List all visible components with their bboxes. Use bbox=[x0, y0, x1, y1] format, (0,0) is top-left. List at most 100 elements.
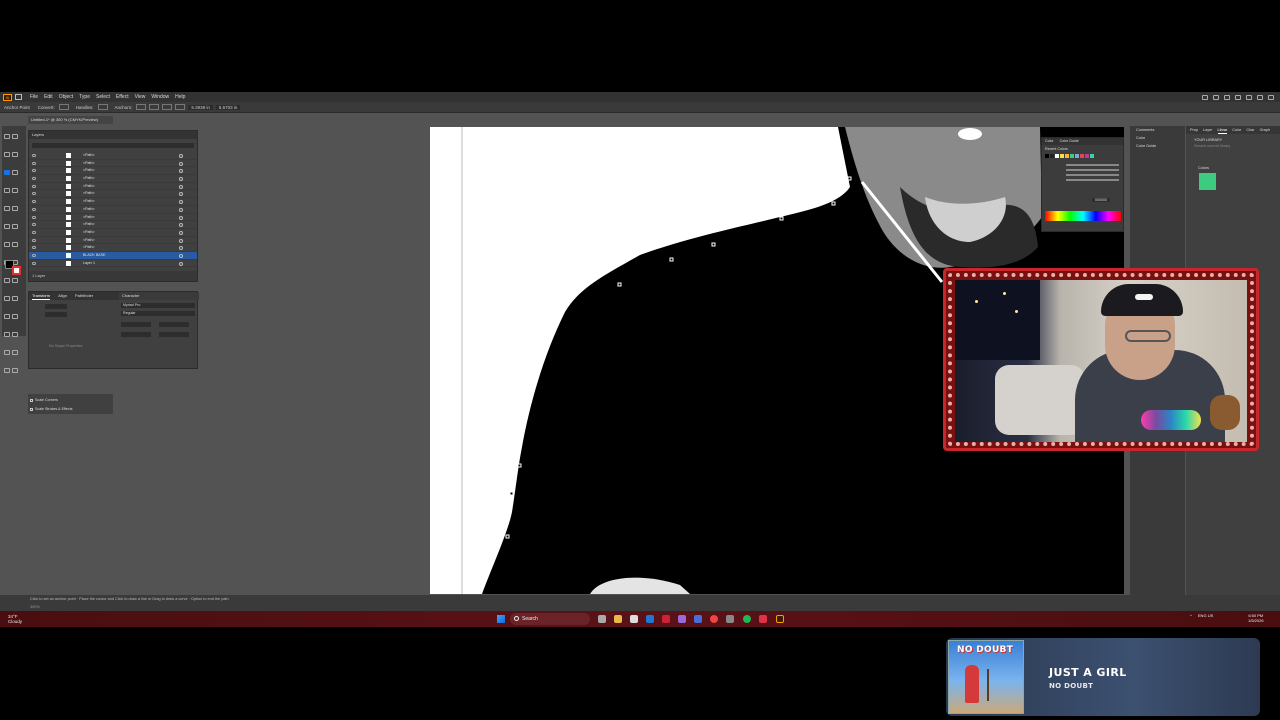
tab-pathfinder[interactable]: Pathfinder bbox=[75, 292, 93, 300]
anchor-point[interactable] bbox=[509, 491, 514, 496]
color-swatch[interactable] bbox=[1060, 154, 1064, 158]
task-view-icon[interactable] bbox=[598, 615, 606, 623]
target-circle-icon[interactable] bbox=[179, 184, 183, 189]
layer-row[interactable]: <Path> bbox=[29, 175, 197, 183]
visibility-eye-icon[interactable] bbox=[32, 230, 36, 234]
app-icon[interactable] bbox=[759, 615, 767, 623]
magenta-slider[interactable] bbox=[1066, 169, 1119, 171]
visibility-eye-icon[interactable] bbox=[32, 223, 36, 227]
color-swatch[interactable] bbox=[1050, 154, 1054, 158]
target-circle-icon[interactable] bbox=[179, 177, 183, 182]
anchor-point[interactable] bbox=[711, 242, 716, 247]
app-icon[interactable] bbox=[662, 615, 670, 623]
layer-row[interactable]: <Path> bbox=[29, 206, 197, 214]
layer-row[interactable]: <Path> bbox=[29, 183, 197, 191]
cyan-slider[interactable] bbox=[1066, 164, 1119, 166]
anchor-point[interactable] bbox=[517, 463, 522, 468]
layers-search-input[interactable] bbox=[32, 143, 194, 148]
line-tool-icon[interactable] bbox=[12, 188, 18, 193]
layer-row[interactable]: Layer 1 bbox=[29, 260, 197, 268]
search-icon[interactable] bbox=[1224, 94, 1230, 100]
layer-row[interactable]: <Path> bbox=[29, 152, 197, 160]
convert-corner-button[interactable] bbox=[58, 104, 69, 110]
target-circle-icon[interactable] bbox=[179, 261, 183, 266]
dock-color[interactable]: Color bbox=[1130, 134, 1185, 142]
tab-transform[interactable]: Transform bbox=[32, 292, 51, 300]
anchor-point[interactable] bbox=[779, 216, 784, 221]
symbol-tool-icon[interactable] bbox=[4, 332, 10, 337]
visibility-eye-icon[interactable] bbox=[32, 261, 36, 265]
artboard-tool-icon[interactable] bbox=[4, 350, 10, 355]
color-swatch[interactable] bbox=[1075, 154, 1079, 158]
align-center-button[interactable] bbox=[162, 104, 173, 110]
scale-strokes-checkbox[interactable]: Scale Strokes & Effects bbox=[28, 406, 113, 412]
color-swatch[interactable] bbox=[1090, 154, 1094, 158]
selection-tool-icon[interactable] bbox=[4, 134, 10, 139]
target-circle-icon[interactable] bbox=[179, 246, 183, 251]
visibility-eye-icon[interactable] bbox=[32, 154, 36, 157]
blend-tool-icon[interactable] bbox=[12, 314, 18, 319]
store-icon[interactable] bbox=[630, 615, 638, 623]
target-circle-icon[interactable] bbox=[179, 230, 183, 235]
color-swatch[interactable] bbox=[1045, 154, 1049, 158]
clock[interactable]: 6:50 PM 1/5/2026 bbox=[1248, 613, 1264, 623]
perspective-tool-icon[interactable] bbox=[12, 278, 18, 283]
target-circle-icon[interactable] bbox=[179, 215, 183, 220]
menu-effect[interactable]: Effect bbox=[116, 94, 129, 100]
visibility-eye-icon[interactable] bbox=[32, 207, 36, 211]
tab-color-guide[interactable]: Color Guide bbox=[1060, 138, 1079, 145]
stroke-color-swatch[interactable] bbox=[12, 266, 21, 275]
anchor-point[interactable] bbox=[669, 257, 674, 262]
menu-type[interactable]: Type bbox=[79, 94, 90, 100]
lasso-tool-icon[interactable] bbox=[12, 152, 18, 157]
color-spectrum[interactable] bbox=[1045, 211, 1121, 221]
menu-select[interactable]: Select bbox=[96, 94, 110, 100]
type-tool-icon[interactable] bbox=[4, 188, 10, 193]
magic-wand-tool-icon[interactable] bbox=[4, 152, 10, 157]
spotify-icon[interactable] bbox=[743, 615, 751, 623]
layer-row[interactable]: <Path> bbox=[29, 160, 197, 168]
rotate-tool-icon[interactable] bbox=[4, 242, 10, 247]
anchor-point[interactable] bbox=[617, 282, 622, 287]
close-icon[interactable] bbox=[1268, 94, 1274, 100]
pen-tool-icon[interactable] bbox=[4, 170, 10, 175]
color-swatch[interactable] bbox=[1080, 154, 1084, 158]
library-title[interactable]: YOUR LIBRARY bbox=[1186, 134, 1280, 142]
zoom-tool-icon[interactable] bbox=[12, 368, 18, 373]
layer-row[interactable]: <Path> bbox=[29, 167, 197, 176]
y-input[interactable] bbox=[45, 312, 67, 317]
black-slider[interactable] bbox=[1066, 179, 1119, 181]
color-swatch[interactable] bbox=[1065, 154, 1069, 158]
direct-selection-tool-icon[interactable] bbox=[12, 134, 18, 139]
visibility-eye-icon[interactable] bbox=[32, 253, 36, 257]
layer-row[interactable]: <Path> bbox=[29, 198, 197, 206]
align-right-button[interactable] bbox=[175, 104, 186, 110]
mesh-tool-icon[interactable] bbox=[4, 296, 10, 301]
workspace-icon[interactable] bbox=[1235, 94, 1241, 100]
font-size-input[interactable] bbox=[121, 322, 151, 327]
hand-tool-icon[interactable] bbox=[4, 368, 10, 373]
target-circle-icon[interactable] bbox=[179, 200, 183, 205]
slice-tool-icon[interactable] bbox=[12, 350, 18, 355]
menu-view[interactable]: View bbox=[135, 94, 146, 100]
kerning-input[interactable] bbox=[121, 332, 151, 337]
visibility-eye-icon[interactable] bbox=[32, 215, 36, 219]
layer-row[interactable]: <Path> bbox=[29, 221, 197, 229]
anchor-point[interactable] bbox=[505, 534, 510, 539]
rectangle-tool-icon[interactable] bbox=[4, 206, 10, 211]
layers-tab[interactable]: Layers bbox=[29, 131, 197, 139]
tab-color[interactable]: Color bbox=[1045, 138, 1054, 145]
align-left-button[interactable] bbox=[149, 104, 160, 110]
shape-builder-tool-icon[interactable] bbox=[4, 278, 10, 283]
edge-icon[interactable] bbox=[646, 615, 654, 623]
menu-file[interactable]: File bbox=[30, 94, 38, 100]
language-indicator[interactable]: ENG US bbox=[1198, 613, 1213, 618]
x-input[interactable] bbox=[45, 304, 67, 309]
menu-help[interactable]: Help bbox=[175, 94, 185, 100]
scale-tool-icon[interactable] bbox=[12, 242, 18, 247]
visibility-eye-icon[interactable] bbox=[32, 246, 36, 250]
home-icon[interactable] bbox=[15, 94, 22, 100]
tab-color[interactable]: Color bbox=[1232, 126, 1241, 134]
library-color-swatch[interactable] bbox=[1199, 173, 1216, 190]
menu-edit[interactable]: Edit bbox=[44, 94, 53, 100]
